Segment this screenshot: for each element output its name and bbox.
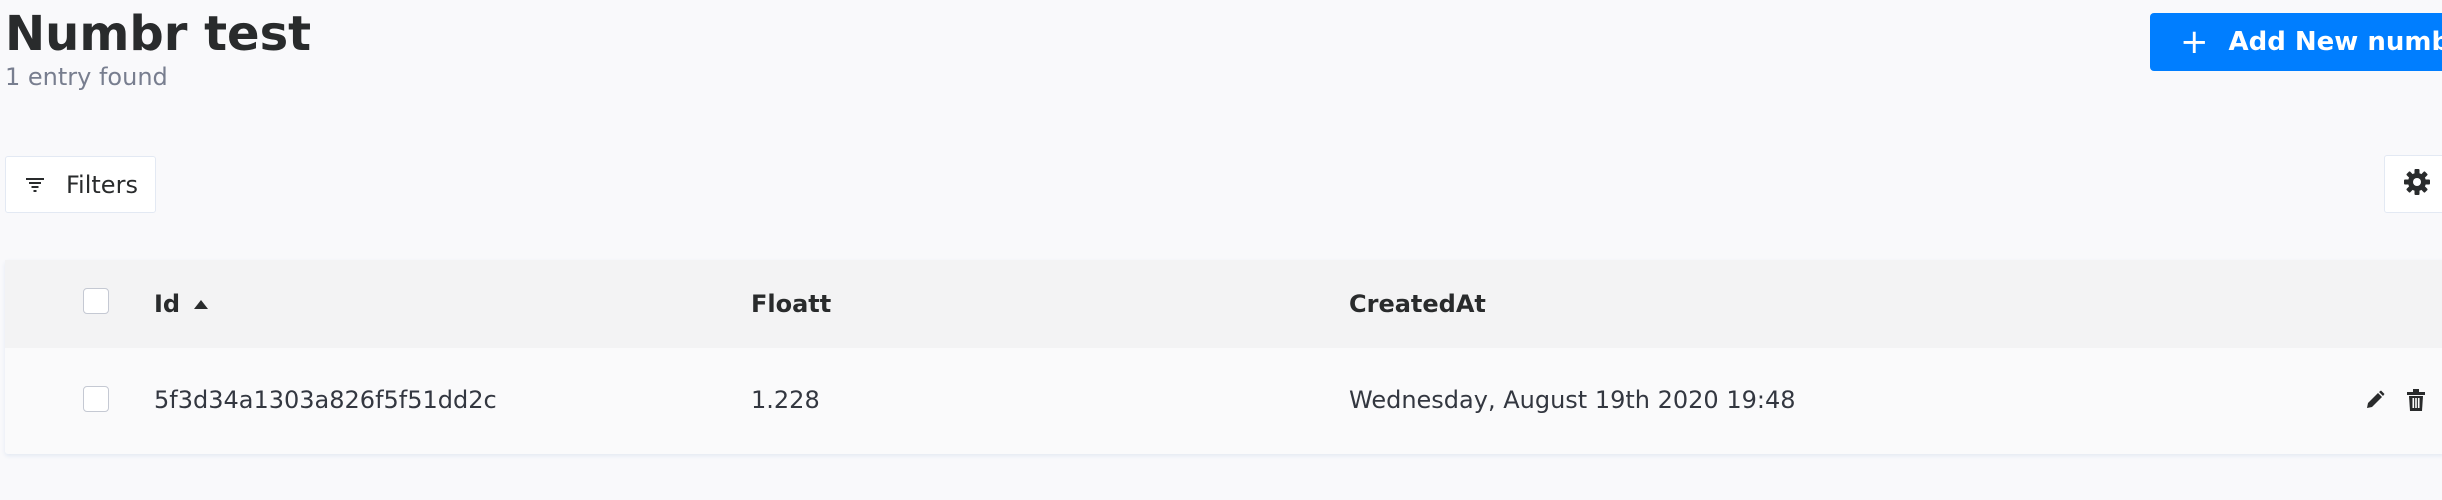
gear-icon bbox=[2403, 168, 2431, 200]
column-header-createdat[interactable]: CreatedAt bbox=[1349, 260, 1486, 348]
page-title: Numbr test bbox=[5, 6, 312, 62]
table-header-row: Id Floatt CreatedAt bbox=[5, 260, 2442, 348]
filters-label: Filters bbox=[66, 170, 138, 199]
row-actions bbox=[2365, 348, 2425, 452]
trash-icon[interactable] bbox=[2407, 389, 2425, 411]
column-header-label: CreatedAt bbox=[1349, 290, 1486, 318]
cell-createdat: Wednesday, August 19th 2020 19:48 bbox=[1349, 386, 1796, 414]
plus-icon: + bbox=[2180, 22, 2209, 62]
entries-table: Id Floatt CreatedAt 5f3d34a1303a826f5f51… bbox=[5, 260, 2442, 454]
table-row[interactable]: 5f3d34a1303a826f5f51dd2c 1.228 Wednesday… bbox=[5, 348, 2442, 452]
cell-floatt: 1.228 bbox=[751, 386, 820, 414]
sort-ascending-icon bbox=[194, 299, 209, 309]
row-select-checkbox[interactable] bbox=[83, 386, 109, 412]
add-new-entry-label: Add New numbr test bbox=[2228, 27, 2442, 57]
select-all-checkbox[interactable] bbox=[83, 288, 109, 314]
entry-count: 1 entry found bbox=[5, 63, 168, 91]
cell-id: 5f3d34a1303a826f5f51dd2c bbox=[154, 386, 497, 414]
filter-lines-icon bbox=[26, 177, 44, 192]
column-header-label: Floatt bbox=[751, 290, 832, 318]
column-header-label: Id bbox=[154, 290, 181, 318]
column-header-floatt[interactable]: Floatt bbox=[751, 260, 831, 348]
settings-button[interactable] bbox=[2384, 155, 2442, 213]
pencil-icon[interactable] bbox=[2365, 390, 2385, 410]
filters-button[interactable]: Filters bbox=[5, 156, 156, 213]
column-header-id[interactable]: Id bbox=[154, 260, 209, 348]
add-new-entry-button[interactable]: + Add New numbr test bbox=[2150, 13, 2442, 71]
list-view-page: Numbr test 1 entry found + Add New numbr… bbox=[0, 0, 2442, 500]
